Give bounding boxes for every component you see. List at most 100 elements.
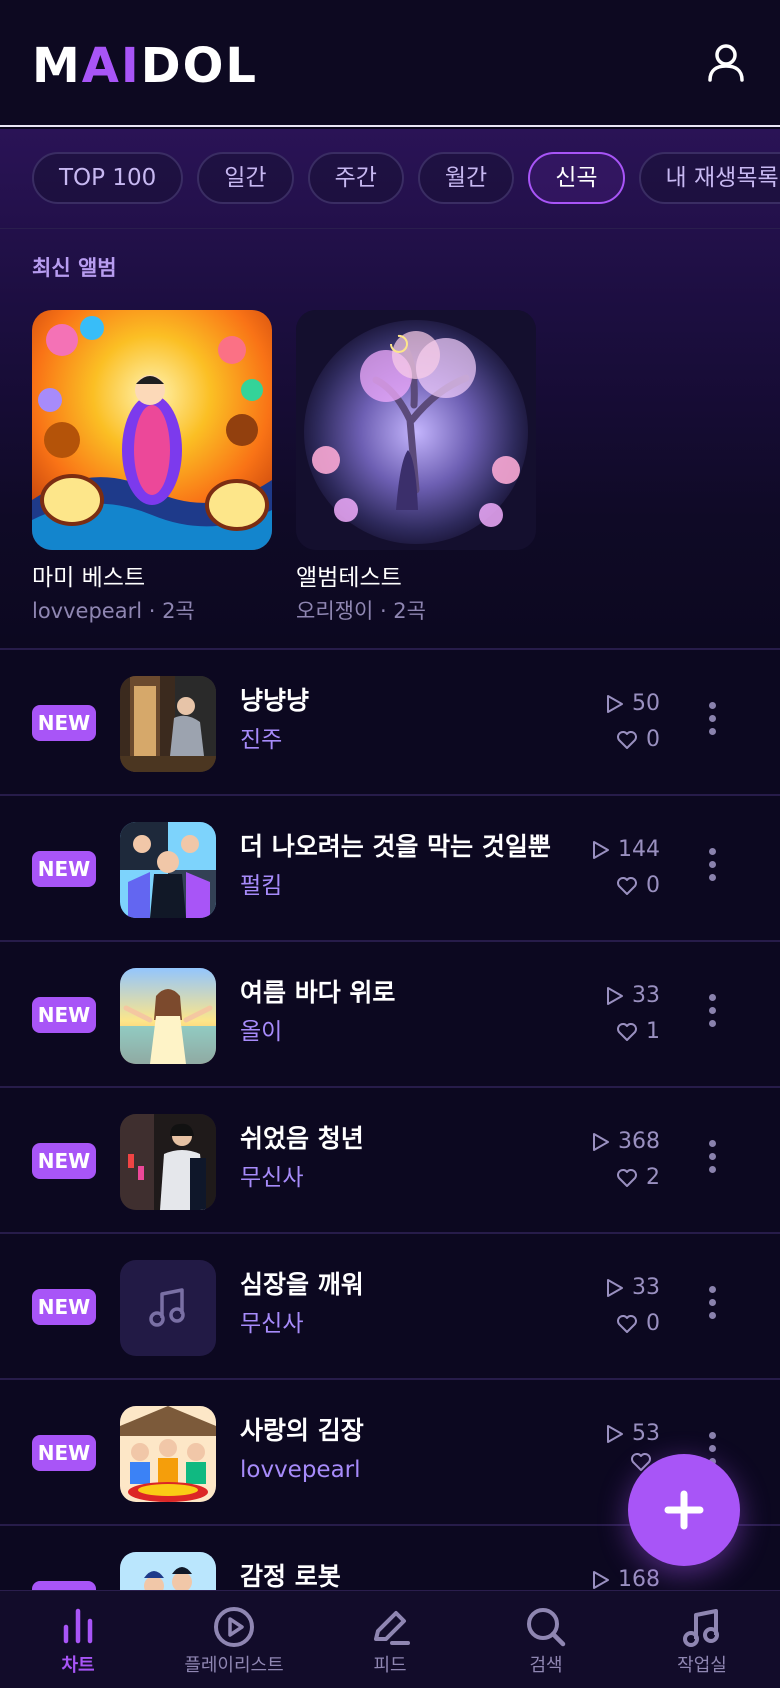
more-dot bbox=[708, 1312, 716, 1319]
play-count: 33 bbox=[606, 1270, 660, 1306]
top-header: MAIDOL bbox=[0, 0, 780, 127]
tab-monthly[interactable]: 월간 bbox=[417, 152, 515, 204]
new-badge: NEW bbox=[32, 1435, 96, 1471]
more-dot bbox=[708, 1432, 716, 1439]
like-count-value: 2 bbox=[646, 1165, 660, 1190]
album-title: 앨범테스트 bbox=[296, 565, 402, 591]
thumbnail-art bbox=[120, 1406, 216, 1502]
tabs-divider bbox=[0, 228, 780, 229]
album-cover[interactable] bbox=[296, 310, 536, 550]
app-logo[interactable]: MAIDOL bbox=[32, 38, 258, 94]
song-stats: 50 0 bbox=[606, 686, 660, 758]
profile-button[interactable] bbox=[702, 40, 750, 88]
song-artist[interactable]: 무신사 bbox=[240, 1162, 303, 1194]
song-artist[interactable]: 진주 bbox=[240, 724, 282, 756]
song-title: 쉬었음 청년 bbox=[240, 1124, 364, 1153]
tab-new-songs[interactable]: 신곡 bbox=[528, 152, 625, 204]
play-circle-icon bbox=[214, 1607, 254, 1647]
heart-icon bbox=[617, 1315, 637, 1333]
add-fab-button[interactable] bbox=[628, 1454, 740, 1566]
like-count: 0 bbox=[606, 722, 660, 758]
play-count: 33 bbox=[606, 978, 660, 1014]
thumbnail-art bbox=[120, 1114, 216, 1210]
more-options-button[interactable] bbox=[702, 848, 722, 890]
like-count: 2 bbox=[592, 1160, 660, 1196]
heart-icon bbox=[617, 731, 637, 749]
play-count-value: 50 bbox=[632, 691, 660, 716]
tab-top100[interactable]: TOP 100 bbox=[32, 152, 184, 204]
more-dot bbox=[708, 1140, 716, 1147]
like-count-value: 0 bbox=[646, 1311, 660, 1336]
play-count-value: 368 bbox=[618, 1129, 660, 1154]
album-card[interactable]: 앨범테스트 오리쟁이 · 2곡 bbox=[296, 310, 536, 626]
album-cover[interactable] bbox=[32, 310, 272, 550]
more-options-button[interactable] bbox=[702, 1286, 722, 1328]
song-title: 감정 로봇 bbox=[240, 1562, 341, 1591]
song-thumbnail[interactable] bbox=[120, 676, 216, 772]
more-dot bbox=[708, 1445, 716, 1452]
song-thumbnail[interactable] bbox=[120, 1114, 216, 1210]
tab-weekly[interactable]: 주간 bbox=[307, 152, 404, 204]
play-count-value: 33 bbox=[632, 1275, 660, 1300]
like-count-value: 1 bbox=[646, 1019, 660, 1044]
app-root: MAIDOL TOP 100 일간 주간 월간 신곡 내 재생목록 최신 앨범 bbox=[0, 0, 780, 1688]
heart-icon bbox=[617, 1169, 637, 1187]
song-title: 심장을 깨워 bbox=[240, 1270, 364, 1299]
play-icon bbox=[607, 1425, 623, 1443]
nav-chart[interactable]: 차트 bbox=[0, 1605, 156, 1677]
more-options-button[interactable] bbox=[702, 994, 722, 1036]
song-row[interactable]: NEW 더 나오려는 것을 막는 것일뿐 펄킴 144 0 bbox=[0, 796, 780, 942]
song-thumbnail[interactable] bbox=[120, 822, 216, 918]
song-artist[interactable]: 무신사 bbox=[240, 1308, 303, 1340]
nav-playlist-label: 플레이리스트 bbox=[184, 1655, 284, 1676]
like-count: 0 bbox=[592, 868, 660, 904]
tab-my-playlist[interactable]: 내 재생목록 bbox=[638, 152, 780, 204]
album-card[interactable]: 마미 베스트 lovvepearl · 2곡 bbox=[32, 310, 272, 626]
song-row[interactable]: NEW 쉬었음 청년 무신사 368 2 bbox=[0, 1088, 780, 1234]
more-dot bbox=[708, 1007, 716, 1014]
song-title: 여름 바다 위로 bbox=[240, 978, 396, 1007]
music-note-icon bbox=[683, 1609, 719, 1647]
play-count: 50 bbox=[606, 686, 660, 722]
more-dot bbox=[708, 1020, 716, 1027]
more-options-button[interactable] bbox=[702, 702, 722, 744]
thumbnail-art bbox=[120, 968, 216, 1064]
plus-icon bbox=[664, 1490, 704, 1530]
play-icon bbox=[593, 841, 609, 859]
play-count-value: 33 bbox=[632, 983, 660, 1008]
song-stats: 33 0 bbox=[606, 1270, 660, 1342]
play-icon bbox=[593, 1571, 609, 1589]
more-dot bbox=[708, 715, 716, 722]
nav-search[interactable]: 검색 bbox=[468, 1605, 624, 1677]
album-cover-art bbox=[32, 310, 272, 550]
play-icon bbox=[607, 1279, 623, 1297]
nav-chart-label: 차트 bbox=[61, 1655, 95, 1676]
more-dot bbox=[708, 848, 716, 855]
more-dot bbox=[708, 702, 716, 709]
nav-studio[interactable]: 작업실 bbox=[624, 1605, 780, 1677]
tab-daily[interactable]: 일간 bbox=[197, 152, 294, 204]
more-options-button[interactable] bbox=[702, 1140, 722, 1182]
song-thumbnail[interactable] bbox=[120, 968, 216, 1064]
song-stats: 33 1 bbox=[606, 978, 660, 1050]
like-count: 0 bbox=[606, 1306, 660, 1342]
nav-playlist[interactable]: 플레이리스트 bbox=[156, 1605, 312, 1677]
play-count: 144 bbox=[592, 832, 660, 868]
song-artist[interactable]: 펄킴 bbox=[240, 870, 282, 902]
song-row[interactable]: NEW 냥냥냥 진주 50 0 bbox=[0, 650, 780, 796]
song-row[interactable]: NEW 심장을 깨워 무신사 33 0 bbox=[0, 1234, 780, 1380]
thumbnail-art bbox=[120, 676, 216, 772]
play-icon bbox=[607, 695, 623, 713]
song-thumbnail-placeholder[interactable] bbox=[120, 1260, 216, 1356]
new-badge: NEW bbox=[32, 705, 96, 741]
nav-feed[interactable]: 피드 bbox=[312, 1605, 468, 1677]
like-count: 1 bbox=[606, 1014, 660, 1050]
song-artist[interactable]: lovvepearl bbox=[240, 1454, 361, 1486]
logo-text-ai: AI bbox=[81, 38, 141, 94]
new-badge: NEW bbox=[32, 851, 96, 887]
song-thumbnail[interactable] bbox=[120, 1406, 216, 1502]
song-row[interactable]: NEW 여름 바다 위로 올이 33 1 bbox=[0, 942, 780, 1088]
search-icon bbox=[527, 1608, 566, 1647]
album-meta: 오리쟁이 · 2곡 bbox=[296, 599, 426, 623]
song-artist[interactable]: 올이 bbox=[240, 1016, 282, 1048]
